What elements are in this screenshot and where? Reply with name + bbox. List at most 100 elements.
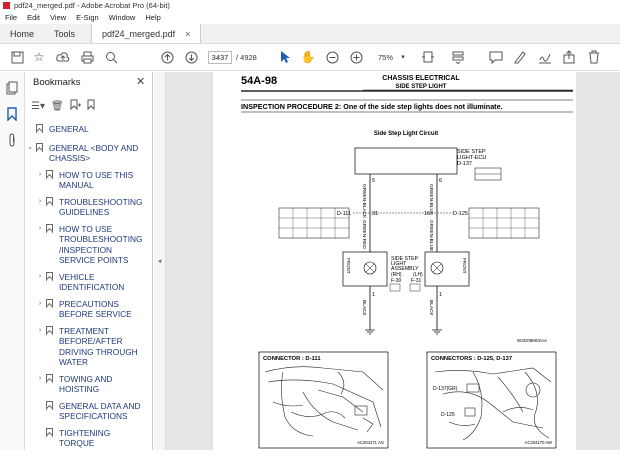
page-number: 54A-98: [241, 75, 277, 87]
circuit-title: Side Step Light Circuit: [374, 131, 438, 137]
save-icon[interactable]: [9, 49, 25, 65]
wire-left-lower-color: GREEN-RED: [361, 220, 367, 249]
chevron-right-icon[interactable]: ›: [35, 170, 45, 181]
bookmark-item-precautions[interactable]: › PRECAUTIONS BEFORE SERVICE: [35, 298, 145, 320]
connector-box-1-title: CONNECTOR : D-111: [263, 356, 321, 362]
chevron-down-icon[interactable]: ⌄: [25, 143, 35, 154]
bookmark-item-general-body-chassis[interactable]: ⌄ GENERAL <BODY AND CHASSIS>: [25, 142, 145, 164]
next-page-icon[interactable]: [183, 49, 199, 65]
chevron-right-icon[interactable]: ›: [35, 197, 45, 208]
chevron-right-icon[interactable]: ›: [35, 326, 45, 337]
scroll-mode-icon[interactable]: [450, 49, 466, 65]
connector-d125-face: [468, 207, 540, 239]
zoom-dropdown-icon[interactable]: ▾: [395, 49, 411, 65]
menu-view[interactable]: View: [45, 13, 71, 22]
bookmark-item-general[interactable]: GENERAL: [25, 124, 145, 135]
comment-icon[interactable]: [488, 49, 504, 65]
new-bookmark-icon[interactable]: [70, 99, 81, 114]
menu-edit[interactable]: Edit: [22, 13, 45, 22]
zoom-in-icon[interactable]: [348, 49, 364, 65]
bookmark-item-tightening-torque[interactable]: TIGHTENING TORQUE: [35, 427, 145, 449]
ground-right-color: BLACK: [428, 300, 434, 317]
subsection-title: SIDE STEP LIGHT: [396, 84, 447, 90]
menu-help[interactable]: Help: [140, 13, 165, 22]
bookmark-item-troubleshooting[interactable]: › TROUBLESHOOTING GUIDELINES: [35, 196, 145, 218]
conn-left-pin: 31: [372, 211, 378, 217]
photo-1-code: AC204171 AG: [357, 440, 384, 445]
zoom-level[interactable]: 75%: [378, 53, 393, 62]
highlight-pen-icon[interactable]: [512, 49, 528, 65]
document-viewport[interactable]: 54A-98 CHASSIS ELECTRICAL SIDE STEP LIGH…: [166, 72, 620, 450]
section-title: CHASSIS ELECTRICAL: [382, 75, 460, 82]
hand-tool-icon[interactable]: ✋: [300, 49, 316, 65]
page-number-input[interactable]: 3437: [208, 51, 232, 64]
diagram-code: W3G09M02AA: [517, 338, 547, 343]
bookmark-icon: [35, 124, 43, 134]
page-content: 54A-98 CHASSIS ELECTRICAL SIDE STEP LIGH…: [241, 75, 573, 449]
chevron-right-icon[interactable]: ›: [35, 374, 45, 385]
sign-icon[interactable]: [537, 49, 553, 65]
conn-right-id: D-125: [453, 211, 468, 217]
bookmark-item-general-data[interactable]: GENERAL DATA AND SPECIFICATIONS: [35, 400, 145, 422]
f31-label: F-31: [411, 278, 422, 284]
bookmark-item-towing[interactable]: › TOWING AND HOISTING: [35, 373, 145, 395]
zoom-search-icon[interactable]: [103, 49, 119, 65]
close-panel-icon[interactable]: ✕: [136, 75, 145, 88]
tab-bar: Home Tools pdf24_merged.pdf ×: [0, 24, 620, 44]
pdf-page: 54A-98 CHASSIS ELECTRICAL SIDE STEP LIGH…: [213, 72, 576, 450]
chevron-right-icon[interactable]: ›: [35, 299, 45, 310]
window-title: pdf24_merged.pdf - Adobe Acrobat Pro (64…: [14, 1, 170, 10]
front-label-left: FRONT: [346, 258, 351, 274]
bookmark-icon: [45, 271, 53, 282]
bookmark-item-treatment-water[interactable]: › TREATMENT BEFORE/AFTER DRIVING THROUGH…: [35, 325, 145, 368]
conn-right-pin: 16: [424, 211, 430, 217]
print-icon[interactable]: [79, 49, 95, 65]
bookmark-icon: [35, 142, 43, 153]
previous-page-icon[interactable]: [159, 49, 175, 65]
tab-home[interactable]: Home: [0, 24, 44, 43]
toolbar: ☆ 3437 / 4928 ✋ 75% ▾: [0, 44, 620, 71]
pin-right-bottom: 1: [439, 292, 442, 298]
tab-document-label: pdf24_merged.pdf: [102, 28, 176, 39]
ground-symbols: [365, 329, 442, 335]
connector-photo-box-2: [426, 351, 557, 449]
fit-page-icon[interactable]: [420, 49, 436, 65]
page-thumbnails-icon[interactable]: [5, 81, 19, 95]
tab-tools[interactable]: Tools: [44, 24, 85, 43]
bookmark-item-inspection-service-points[interactable]: › HOW TO USE TROUBLESHOOTING /INSPECTION…: [35, 223, 145, 266]
attachments-paperclip-icon[interactable]: [5, 133, 19, 147]
bookmarks-panel-title: Bookmarks: [33, 77, 81, 88]
bookmark-icon: [45, 223, 53, 234]
share-icon[interactable]: [561, 49, 577, 65]
delete-icon[interactable]: [586, 49, 602, 65]
menu-window[interactable]: Window: [104, 13, 141, 22]
bookmark-tag-icon[interactable]: [87, 99, 98, 114]
menu-esign[interactable]: E-Sign: [71, 13, 104, 22]
bookmark-options-icon[interactable]: ☰▾: [31, 101, 45, 112]
zoom-out-icon[interactable]: [324, 49, 340, 65]
ground-left-color: BLACK: [361, 300, 367, 317]
select-cursor-icon[interactable]: [277, 49, 293, 65]
delete-bookmark-icon[interactable]: 🗑: [51, 101, 64, 112]
upload-cloud-icon[interactable]: [55, 49, 71, 65]
acrobat-icon: [3, 2, 10, 9]
pin-right-top: 6: [439, 178, 442, 184]
chevron-right-icon[interactable]: ›: [35, 272, 45, 283]
window-titlebar: pdf24_merged.pdf - Adobe Acrobat Pro (64…: [0, 0, 620, 11]
menu-file[interactable]: File: [0, 13, 22, 22]
bookmarks-panel-icon[interactable]: [5, 107, 19, 121]
tab-document[interactable]: pdf24_merged.pdf ×: [91, 24, 202, 43]
bookmark-item-how-to-use[interactable]: › HOW TO USE THIS MANUAL: [35, 169, 145, 191]
ecu-connector: D-137: [457, 161, 472, 167]
bookmark-star-icon[interactable]: ☆: [31, 49, 47, 65]
page-total: / 4928: [236, 53, 257, 62]
bookmark-item-vehicle-identification[interactable]: › VEHICLE IDENTIFICATION: [35, 271, 145, 293]
chevron-right-icon[interactable]: ›: [35, 224, 45, 235]
pin-left-bottom: 1: [372, 292, 375, 298]
photo-2-d125: D-125: [441, 412, 455, 418]
collapse-panel-handle[interactable]: ◂: [154, 72, 166, 450]
bookmark-icon: [45, 373, 53, 384]
conn-left-id: D-111: [337, 211, 351, 217]
wire-left-color: GREEN-BLACK: [361, 184, 367, 219]
tab-close-icon[interactable]: ×: [185, 29, 190, 39]
